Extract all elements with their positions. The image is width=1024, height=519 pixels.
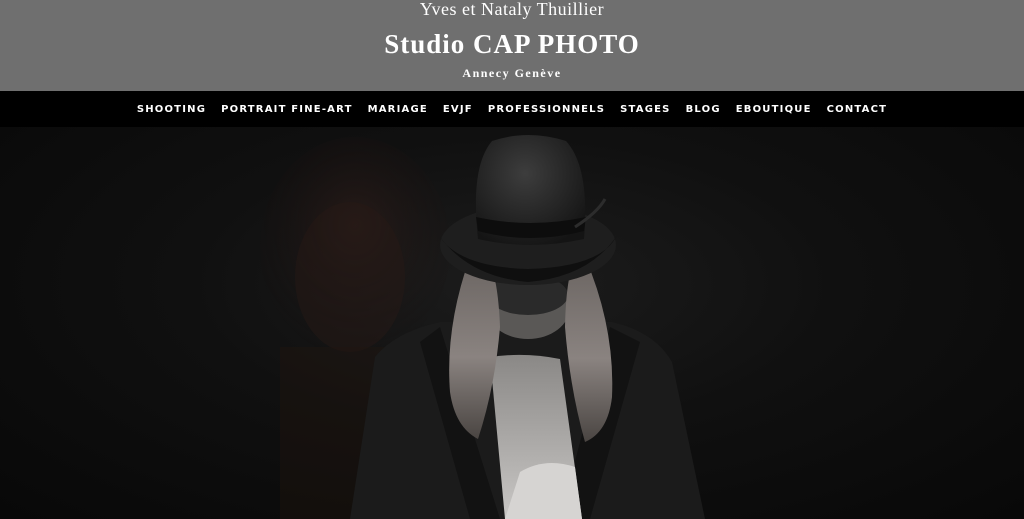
nav-item-blog[interactable]: BLOG [686,104,721,115]
nav-item-stages[interactable]: STAGES [620,104,670,115]
nav-item-evjf[interactable]: EVJF [443,104,473,115]
nav-item-contact[interactable]: CONTACT [827,104,888,115]
portrait-photo-illustration [260,135,705,519]
hero-photo [0,127,1024,519]
site-header: Yves et Nataly Thuillier Studio CAP PHOT… [0,0,1024,91]
nav-item-shooting[interactable]: SHOOTING [137,104,206,115]
nav-item-mariage[interactable]: MARIAGE [368,104,428,115]
nav-item-portrait-fine-art[interactable]: PORTRAIT FINE-ART [221,104,352,115]
main-navigation: SHOOTING PORTRAIT FINE-ART MARIAGE EVJF … [0,91,1024,127]
nav-item-eboutique[interactable]: EBOUTIQUE [736,104,812,115]
site-location: Annecy Genève [462,66,562,80]
nav-item-professionnels[interactable]: PROFESSIONNELS [488,104,605,115]
owners-name: Yves et Nataly Thuillier [419,0,605,19]
site-title[interactable]: Studio CAP PHOTO [0,28,1024,60]
